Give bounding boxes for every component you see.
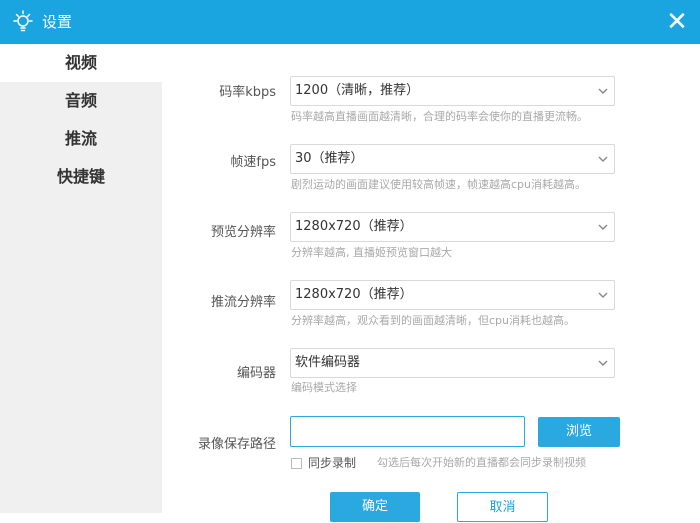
preview-resolution-select[interactable]: 1280x720（推荐） [290,212,615,242]
encoder-hint: 编码模式选择 [291,381,357,394]
encoder-select[interactable]: 软件编码器 [290,348,615,378]
ok-button[interactable]: 确定 [330,492,420,522]
stream-resolution-label: 推流分辨率 [210,295,276,310]
sidebar-item-audio[interactable]: 音频 [0,82,162,120]
sync-record-hint: 勾选后每次开始新的直播都会同步录制视频 [377,456,586,469]
lightbulb-icon [13,10,33,32]
preview-resolution-value: 1280x720（推荐） [295,219,413,234]
sidebar-item-label: 快捷键 [56,167,105,186]
sidebar-item-shortcuts[interactable]: 快捷键 [0,158,162,196]
stream-resolution-select[interactable]: 1280x720（推荐） [290,280,615,310]
sidebar-item-label: 推流 [64,129,97,148]
bitrate-value: 1200（清晰，推荐） [295,83,420,98]
stream-resolution-hint: 分辨率越高，观众看到的画面越清晰，但cpu消耗也越高。 [291,314,576,327]
preview-resolution-label: 预览分辨率 [210,225,276,240]
fps-select[interactable]: 30（推荐） [290,144,615,174]
window-title: 设置 [42,13,73,31]
encoder-value: 软件编码器 [295,355,361,370]
chevron-down-icon [598,360,608,366]
bitrate-select[interactable]: 1200（清晰，推荐） [290,76,615,106]
sidebar: 视频 音频 推流 快捷键 [0,44,162,513]
chevron-down-icon [598,292,608,298]
sync-record-checkbox[interactable] [291,458,302,469]
record-path-input[interactable] [290,416,525,447]
chevron-down-icon [598,156,608,162]
fps-hint: 剧烈运动的画面建议使用较高帧速，帧速越高cpu消耗越高。 [291,178,587,191]
chevron-down-icon [598,88,608,94]
encoder-label: 编码器 [236,366,276,381]
preview-resolution-hint: 分辨率越高, 直播姬预览窗口越大 [291,246,452,259]
record-path-label: 录像保存路径 [197,437,276,452]
chevron-down-icon [598,224,608,230]
title-bar: 设置 ✕ [0,0,700,44]
cancel-button[interactable]: 取消 [457,492,548,522]
stream-resolution-value: 1280x720（推荐） [295,287,413,302]
browse-button[interactable]: 浏览 [538,417,620,447]
fps-label: 帧速fps [230,155,276,170]
fps-value: 30（推荐） [295,151,364,166]
sidebar-item-video[interactable]: 视频 [0,44,162,82]
bitrate-label: 码率kbps [219,85,276,100]
sidebar-item-stream[interactable]: 推流 [0,120,162,158]
sync-record-label[interactable]: 同步录制 [308,456,356,470]
bitrate-hint: 码率越高直播画面越清晰，合理的码率会使你的直播更流畅。 [291,110,588,123]
sidebar-item-label: 视频 [64,53,97,72]
sidebar-item-label: 音频 [64,91,97,110]
close-icon[interactable]: ✕ [662,7,692,37]
